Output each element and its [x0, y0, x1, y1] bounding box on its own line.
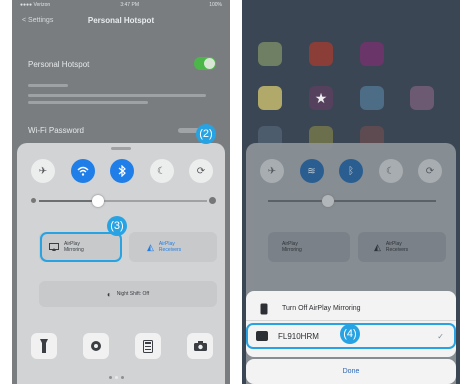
airplay-tile-label: AirPlay Mirroring [282, 241, 302, 253]
app-icon[interactable] [360, 86, 384, 110]
grabber[interactable] [111, 147, 131, 150]
description-line [28, 101, 148, 104]
camera-icon[interactable] [187, 333, 213, 359]
shortcuts-row [31, 333, 213, 359]
airplay-audio-tile[interactable]: ◭ AirPlay Receivers [129, 232, 217, 262]
brightness-low-icon [31, 198, 36, 203]
brightness-slider[interactable] [31, 195, 216, 207]
wifi-icon[interactable]: ≋ [299, 159, 324, 183]
audio-tile-label: AirPlay Receivers [385, 241, 409, 253]
app-icon[interactable] [258, 42, 282, 66]
moon-icon[interactable]: ☾ [149, 159, 174, 183]
night-shift-icon: ◐ [106, 289, 112, 299]
audio-airplay-icon: ◭ [147, 241, 154, 252]
slider-knob[interactable] [91, 195, 104, 207]
airplay-audio-tile[interactable]: ◭ AirPlay Receivers [358, 232, 446, 262]
app-icon[interactable] [360, 42, 384, 66]
clock: 3:47 PM [120, 2, 139, 8]
page-indicator [109, 376, 124, 379]
hotspot-label: Personal Hotspot [28, 60, 90, 69]
slider-knob[interactable] [322, 195, 334, 207]
turn-off-label: Turn Off AirPlay Mirroring [282, 305, 361, 312]
airplay-mirroring-tile[interactable]: AirPlay Mirroring [268, 232, 350, 262]
description-line [28, 84, 68, 87]
toggles-row: ✈ ≋ ᛒ ☾ ⟳ [260, 159, 442, 183]
wifi-icon[interactable] [70, 159, 95, 183]
nav-bar: < Settings Personal Hotspot [12, 10, 230, 30]
audio-tile-label: AirPlay Receivers [158, 241, 182, 253]
carrier: ●●●● Verizon [20, 2, 51, 8]
callout-2: (2) [196, 124, 216, 144]
callout-3: (3) [107, 216, 127, 236]
calculator-icon[interactable] [135, 333, 161, 359]
done-button[interactable]: Done [246, 359, 456, 384]
night-shift-button[interactable]: ◐ Night Shift: Off [39, 281, 217, 307]
rotation-lock-icon[interactable]: ⟳ [418, 159, 442, 183]
bluetooth-icon[interactable] [110, 159, 134, 183]
back-button[interactable]: < Settings [22, 17, 53, 24]
hotspot-toggle[interactable] [194, 57, 216, 70]
audio-airplay-icon: ◭ [374, 241, 381, 252]
callout-4: (4) [340, 324, 360, 344]
status-bar: ●●●● Verizon 3:47 PM 100% [12, 0, 230, 10]
moon-icon[interactable]: ☾ [378, 159, 403, 183]
iphone-icon [260, 303, 268, 314]
rotation-lock-icon[interactable]: ⟳ [189, 159, 213, 183]
app-icon[interactable] [258, 86, 282, 110]
airplane-mode-icon[interactable]: ✈ [31, 159, 55, 183]
turn-off-mirroring-row[interactable]: Turn Off AirPlay Mirroring [246, 297, 456, 321]
left-screenshot: ●●●● Verizon 3:47 PM 100% < Settings Per… [12, 0, 230, 384]
app-icon[interactable] [410, 86, 434, 110]
star-app-icon[interactable]: ★ [309, 86, 333, 110]
airplane-mode-icon[interactable]: ✈ [260, 159, 284, 183]
bluetooth-icon[interactable]: ᛒ [339, 159, 363, 183]
airplay-highlight [40, 232, 122, 262]
app-icon[interactable] [309, 42, 333, 66]
battery: 100% [209, 2, 222, 8]
brightness-slider[interactable] [268, 195, 436, 207]
night-shift-label: Night Shift: Off [116, 291, 150, 297]
control-center: ✈ ☾ ⟳ AirPlay Mirroring ◭ AirPlay Receiv… [17, 143, 225, 384]
flashlight-icon[interactable] [31, 333, 57, 359]
description-line [28, 94, 206, 97]
wifi-password-label: Wi-Fi Password [28, 126, 85, 135]
brightness-high-icon [209, 197, 216, 204]
toggles-row: ✈ ☾ ⟳ [31, 159, 213, 183]
timer-icon[interactable] [83, 333, 109, 359]
